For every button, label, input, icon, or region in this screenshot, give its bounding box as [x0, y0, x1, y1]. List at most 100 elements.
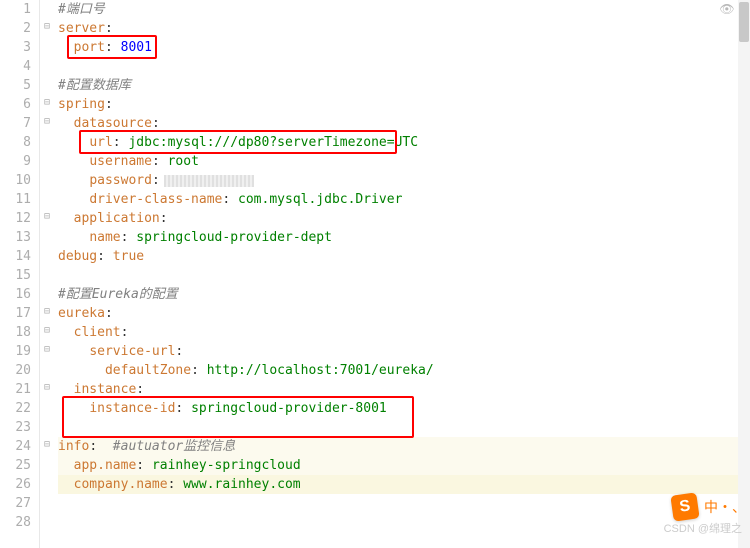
yaml-comment: #autuator监控信息	[113, 439, 235, 454]
code-line: instance-id: springcloud-provider-8001	[58, 399, 750, 418]
editor-top-icons: 👁	[720, 2, 734, 16]
yaml-comment: #配置数据库	[58, 78, 131, 93]
ime-badge[interactable]: S 中・、	[672, 494, 746, 520]
fold-toggle-icon[interactable]: ⊟	[42, 383, 52, 393]
line-number: 27	[0, 494, 31, 513]
line-number: 20	[0, 361, 31, 380]
code-line: company.name: www.rainhey.com	[58, 475, 750, 494]
code-line: application:	[58, 209, 750, 228]
fold-toggle-icon[interactable]: ⊟	[42, 212, 52, 222]
code-line: instance:	[58, 380, 750, 399]
yaml-value: www.rainhey.com	[183, 477, 300, 492]
line-number: 28	[0, 513, 31, 532]
fold-toggle-icon[interactable]: ⊟	[42, 326, 52, 336]
line-number: 1	[0, 0, 31, 19]
fold-toggle-icon[interactable]: ⊟	[42, 22, 52, 32]
code-line: port: 8001	[58, 38, 750, 57]
line-number: 8	[0, 133, 31, 152]
code-line: datasource:	[58, 114, 750, 133]
line-number: 10	[0, 171, 31, 190]
line-number: 14	[0, 247, 31, 266]
code-line: driver-class-name: com.mysql.jdbc.Driver	[58, 190, 750, 209]
obscured-password	[164, 175, 254, 187]
code-line	[58, 513, 750, 532]
ime-text: 中・、	[704, 497, 746, 517]
code-line: service-url:	[58, 342, 750, 361]
code-editor[interactable]: 1 2 3 4 5 6 7 8 9 10 11 12 13 14 15 16 1…	[0, 0, 750, 548]
code-line	[58, 266, 750, 285]
yaml-key: instance	[74, 382, 137, 397]
fold-column: ⊟ ⊟ ⊟ ⊟ ⊟ ⊟ ⊟ ⊟ ⊟	[40, 0, 54, 548]
yaml-key: app.name	[74, 458, 137, 473]
line-number: 3	[0, 38, 31, 57]
yaml-value: true	[113, 249, 144, 264]
yaml-value: rainhey-springcloud	[152, 458, 301, 473]
line-number: 23	[0, 418, 31, 437]
line-number: 4	[0, 57, 31, 76]
yaml-key: name	[89, 230, 120, 245]
yaml-comment: #端口号	[58, 2, 105, 17]
yaml-key: port	[74, 40, 105, 55]
yaml-key: company.name	[74, 477, 168, 492]
yaml-key: info	[58, 439, 89, 454]
yaml-key: username	[89, 154, 152, 169]
code-line	[58, 494, 750, 513]
yaml-key: application	[74, 211, 160, 226]
line-number: 2	[0, 19, 31, 38]
line-number: 26	[0, 475, 31, 494]
yaml-key: defaultZone	[105, 363, 191, 378]
yaml-key: client	[74, 325, 121, 340]
yaml-key: debug	[58, 249, 97, 264]
yaml-key: password	[89, 173, 152, 188]
yaml-value: 8001	[121, 40, 152, 55]
line-number: 22	[0, 399, 31, 418]
code-line: #配置Eureka的配置	[58, 285, 750, 304]
code-line: #端口号	[58, 0, 750, 19]
yaml-key: instance-id	[89, 401, 175, 416]
code-line: debug: true	[58, 247, 750, 266]
yaml-key: driver-class-name	[89, 192, 222, 207]
code-line: client:	[58, 323, 750, 342]
code-area[interactable]: #端口号 server: port: 8001 #配置数据库 spring: d…	[54, 0, 750, 548]
line-number-gutter: 1 2 3 4 5 6 7 8 9 10 11 12 13 14 15 16 1…	[0, 0, 40, 548]
line-number: 7	[0, 114, 31, 133]
code-line	[58, 57, 750, 76]
line-number: 17	[0, 304, 31, 323]
scrollbar-thumb[interactable]	[739, 2, 749, 42]
fold-toggle-icon[interactable]: ⊟	[42, 117, 52, 127]
line-number: 21	[0, 380, 31, 399]
fold-toggle-icon[interactable]: ⊟	[42, 440, 52, 450]
code-line: app.name: rainhey-springcloud	[58, 456, 750, 475]
code-line: info: #autuator监控信息	[58, 437, 750, 456]
yaml-value: http://localhost:7001/eureka/	[207, 363, 434, 378]
code-line: server:	[58, 19, 750, 38]
yaml-value: com.mysql.jdbc.Driver	[238, 192, 402, 207]
fold-toggle-icon[interactable]: ⊟	[42, 98, 52, 108]
line-number: 16	[0, 285, 31, 304]
code-line: name: springcloud-provider-dept	[58, 228, 750, 247]
line-number: 18	[0, 323, 31, 342]
scrollbar-track[interactable]	[738, 0, 750, 548]
line-number: 9	[0, 152, 31, 171]
line-number: 15	[0, 266, 31, 285]
fold-toggle-icon[interactable]: ⊟	[42, 345, 52, 355]
yaml-value: springcloud-provider-dept	[136, 230, 332, 245]
line-number: 24	[0, 437, 31, 456]
code-line: url: jdbc:mysql:///dp80?serverTimezone=U…	[58, 133, 750, 152]
yaml-key: url	[89, 135, 112, 150]
line-number: 5	[0, 76, 31, 95]
yaml-key: eureka	[58, 306, 105, 321]
code-line	[58, 418, 750, 437]
yaml-comment: #配置Eureka的配置	[58, 287, 178, 302]
code-line: spring:	[58, 95, 750, 114]
fold-toggle-icon[interactable]: ⊟	[42, 307, 52, 317]
line-number: 19	[0, 342, 31, 361]
ime-logo-icon: S	[670, 492, 699, 521]
code-line: username: root	[58, 152, 750, 171]
line-number: 12	[0, 209, 31, 228]
yaml-key: server	[58, 21, 105, 36]
code-line: #配置数据库	[58, 76, 750, 95]
reader-mode-icon[interactable]: 👁	[720, 2, 734, 16]
code-line: defaultZone: http://localhost:7001/eurek…	[58, 361, 750, 380]
code-line: eureka:	[58, 304, 750, 323]
